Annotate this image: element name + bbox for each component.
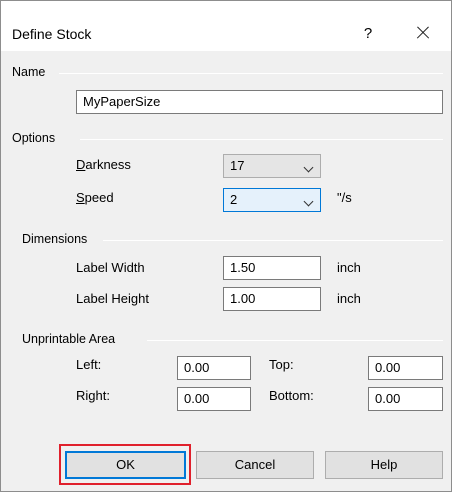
unprintable-section-divider xyxy=(147,340,443,341)
label-width-unit: inch xyxy=(337,260,361,275)
dimensions-section-divider xyxy=(103,240,443,241)
darkness-select[interactable]: 17 xyxy=(223,154,321,178)
ok-button[interactable]: OK xyxy=(65,451,186,479)
label-width-label: Label Width xyxy=(76,260,145,275)
bottom-label: Bottom: xyxy=(269,388,314,403)
label-height-label: Label Height xyxy=(76,291,149,306)
help-question-icon[interactable]: ? xyxy=(356,23,380,45)
left-label: Left: xyxy=(76,357,102,372)
speed-unit: "/s xyxy=(337,190,352,205)
dimensions-section-label: Dimensions xyxy=(22,232,88,246)
right-label: Right: xyxy=(76,388,110,403)
speed-label: Speed xyxy=(76,190,114,205)
label-width-input[interactable]: 1.50 xyxy=(223,256,321,280)
options-section-label: Options xyxy=(12,131,56,145)
label-height-input[interactable]: 1.00 xyxy=(223,287,321,311)
left-margin-input[interactable]: 0.00 xyxy=(177,356,251,380)
right-margin-input[interactable]: 0.00 xyxy=(177,387,251,411)
top-label: Top: xyxy=(269,357,294,372)
title-bar: Define Stock ? xyxy=(1,1,451,51)
options-section-divider xyxy=(80,139,443,140)
unprintable-section-label: Unprintable Area xyxy=(22,332,116,346)
name-section-label: Name xyxy=(12,65,46,79)
speed-select[interactable]: 2 xyxy=(223,188,321,212)
define-stock-dialog: Define Stock ? Name MyPaperSize Options … xyxy=(0,0,452,492)
chevron-down-icon xyxy=(303,196,314,207)
name-section-divider xyxy=(59,73,443,74)
darkness-value: 17 xyxy=(230,158,245,173)
darkness-label: Darkness xyxy=(76,157,131,172)
dialog-title: Define Stock xyxy=(12,26,92,42)
help-button[interactable]: Help xyxy=(325,451,443,479)
name-input[interactable]: MyPaperSize xyxy=(76,90,443,114)
close-icon[interactable] xyxy=(411,21,435,45)
label-height-unit: inch xyxy=(337,291,361,306)
cancel-button[interactable]: Cancel xyxy=(196,451,314,479)
chevron-down-icon xyxy=(303,162,314,173)
bottom-margin-input[interactable]: 0.00 xyxy=(368,387,443,411)
speed-value: 2 xyxy=(230,192,238,207)
top-margin-input[interactable]: 0.00 xyxy=(368,356,443,380)
